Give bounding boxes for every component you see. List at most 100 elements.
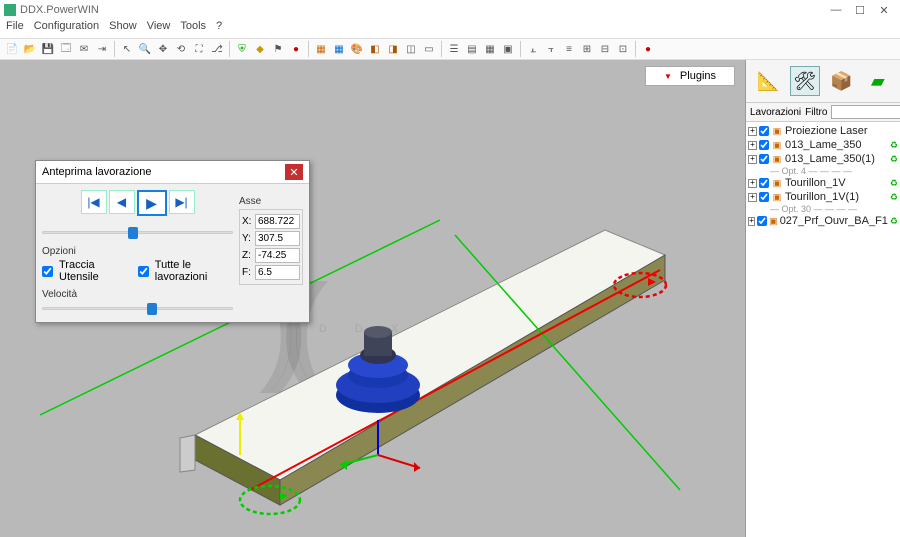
velocita-label: Velocità	[42, 289, 233, 300]
tree-checkbox[interactable]	[757, 216, 767, 226]
tutte-lavorazioni-label: Tutte le lavorazioni	[155, 259, 233, 283]
mode-icon-1[interactable]: 📐	[753, 66, 783, 96]
viewport-3d[interactable]: ▼ Plugins ))(( DDX	[0, 60, 745, 537]
menu-file[interactable]: File	[6, 20, 24, 38]
traccia-utensile-label: Traccia Utensile	[59, 259, 126, 283]
toolbar-preview-icon[interactable]: 🗔	[58, 41, 74, 57]
skip-start-button[interactable]: |◀	[81, 190, 107, 214]
tutte-lavorazioni-checkbox[interactable]	[138, 266, 149, 277]
dialog-close-button[interactable]: ✕	[285, 164, 303, 180]
operation-icon: ▣	[771, 153, 783, 165]
skip-end-button[interactable]: ▶|	[169, 190, 195, 214]
toolbar-tag-icon[interactable]: ◆	[252, 41, 268, 57]
position-slider[interactable]	[42, 224, 233, 240]
toolbar-rotate-icon[interactable]: ⟲	[173, 41, 189, 57]
tree-node[interactable]: +▣Tourillon_1V(1)♻	[748, 190, 898, 204]
axis-x-label: X:	[242, 216, 252, 227]
toolbar-flag-icon[interactable]: ⚑	[270, 41, 286, 57]
tree-node[interactable]: +▣027_Prf_Ouvr_BA_F1♻	[748, 214, 898, 228]
right-panel: 📐 🛠 📦 ▰ Lavorazioni Filtro +▣Proiezione …	[745, 60, 900, 537]
toolbar-new-icon[interactable]: 📄	[4, 41, 20, 57]
mode-icon-3[interactable]: 📦	[826, 66, 856, 96]
toolbar-export-icon[interactable]: ⇥	[94, 41, 110, 57]
preview-dialog: Anteprima lavorazione ✕ |◀ ◀ ▶ ▶| Opzion…	[35, 160, 310, 323]
filtro-input[interactable]	[831, 105, 900, 119]
status-icon: ♻	[890, 192, 898, 203]
menu-show[interactable]: Show	[109, 20, 137, 38]
toolbar-red-dot-icon[interactable]: ●	[640, 41, 656, 57]
toolbar-list-icon[interactable]: ☰	[446, 41, 462, 57]
app-icon	[4, 4, 16, 16]
toolbar-align4-icon[interactable]: ⊞	[579, 41, 595, 57]
filtro-label: Filtro	[805, 107, 827, 118]
expand-icon[interactable]: +	[748, 193, 757, 202]
toolbar-open-icon[interactable]: 📂	[22, 41, 38, 57]
menu-configuration[interactable]: Configuration	[34, 20, 99, 38]
expand-icon[interactable]: +	[748, 155, 757, 164]
toolbar-mail-icon[interactable]: ✉	[76, 41, 92, 57]
tree-label: Proiezione Laser	[785, 125, 868, 137]
toolbar-grid-icon[interactable]: ▦	[331, 41, 347, 57]
toolbar-fit-icon[interactable]: ⛶	[191, 41, 207, 57]
toolbar-pointer-icon[interactable]: ↖	[119, 41, 135, 57]
minimize-button[interactable]: —	[824, 1, 848, 19]
toolbar-marker-icon[interactable]: ●	[288, 41, 304, 57]
toolbar-zoom-icon[interactable]: 🔍	[137, 41, 153, 57]
toolbar-align3-icon[interactable]: ≡	[561, 41, 577, 57]
menu-bar: File Configuration Show View Tools ?	[0, 20, 900, 38]
toolbar-move-icon[interactable]: ✥	[155, 41, 171, 57]
maximize-button[interactable]: ☐	[848, 1, 872, 19]
tree-node[interactable]: +▣013_Lame_350(1)♻	[748, 152, 898, 166]
expand-icon[interactable]: +	[748, 179, 757, 188]
toolbar-save-icon[interactable]: 💾	[40, 41, 56, 57]
expand-icon[interactable]: +	[748, 141, 757, 150]
axis-f-input[interactable]	[255, 265, 300, 280]
main-toolbar: 📄 📂 💾 🗔 ✉ ⇥ ↖ 🔍 ✥ ⟲ ⛶ ⎇ ⛨ ◆ ⚑ ● ▦ ▦ 🎨 ◧ …	[0, 38, 900, 60]
tree-checkbox[interactable]	[759, 178, 769, 188]
velocita-slider[interactable]	[42, 300, 233, 316]
toolbar-align5-icon[interactable]: ⊟	[597, 41, 613, 57]
tree-checkbox[interactable]	[759, 192, 769, 202]
toolbar-layers-icon[interactable]: ▦	[313, 41, 329, 57]
tree-checkbox[interactable]	[759, 154, 769, 164]
toolbar-tiles-icon[interactable]: ▣	[500, 41, 516, 57]
toolbar-box-icon[interactable]: ◫	[403, 41, 419, 57]
axis-y-input[interactable]	[255, 231, 300, 246]
menu-tools[interactable]: Tools	[180, 20, 206, 38]
operations-tree[interactable]: +▣Proiezione Laser+▣013_Lame_350♻+▣013_L…	[746, 122, 900, 537]
tree-checkbox[interactable]	[759, 126, 769, 136]
toolbar-shield-icon[interactable]: ⛨	[234, 41, 250, 57]
operation-icon: ▣	[769, 215, 778, 227]
expand-icon[interactable]: +	[748, 217, 755, 226]
toolbar-axes-icon[interactable]: ⎇	[209, 41, 225, 57]
tree-opt-line: — Opt. 30 — — — —	[748, 204, 898, 214]
axis-z-input[interactable]	[255, 248, 300, 263]
window-title: DDX.PowerWIN	[20, 4, 824, 16]
close-button[interactable]: ✕	[872, 1, 896, 19]
axis-f-label: F:	[242, 267, 252, 278]
tree-node[interactable]: +▣Proiezione Laser	[748, 124, 898, 138]
menu-view[interactable]: View	[147, 20, 171, 38]
menu-help[interactable]: ?	[216, 20, 222, 38]
toolbar-align6-icon[interactable]: ⊡	[615, 41, 631, 57]
toolbar-align2-icon[interactable]: ⫟	[543, 41, 559, 57]
play-button[interactable]: ▶	[137, 190, 167, 216]
toolbar-palette-icon[interactable]: 🎨	[349, 41, 365, 57]
toolbar-cube1-icon[interactable]: ◧	[367, 41, 383, 57]
mode-icon-4[interactable]: ▰	[863, 66, 893, 96]
title-bar: DDX.PowerWIN — ☐ ✕	[0, 0, 900, 20]
toolbar-cube2-icon[interactable]: ◨	[385, 41, 401, 57]
expand-icon[interactable]: +	[748, 127, 757, 136]
toolbar-align1-icon[interactable]: ⫠	[525, 41, 541, 57]
toolbar-grid2-icon[interactable]: ▦	[482, 41, 498, 57]
axis-x-input[interactable]	[255, 214, 300, 229]
toolbar-sheet-icon[interactable]: ▭	[421, 41, 437, 57]
toolbar-table-icon[interactable]: ▤	[464, 41, 480, 57]
axis-z-label: Z:	[242, 250, 252, 261]
mode-icon-2[interactable]: 🛠	[790, 66, 820, 96]
step-back-button[interactable]: ◀	[109, 190, 135, 214]
tree-checkbox[interactable]	[759, 140, 769, 150]
tree-node[interactable]: +▣013_Lame_350♻	[748, 138, 898, 152]
traccia-utensile-checkbox[interactable]	[42, 266, 53, 277]
tree-node[interactable]: +▣Tourillon_1V♻	[748, 176, 898, 190]
